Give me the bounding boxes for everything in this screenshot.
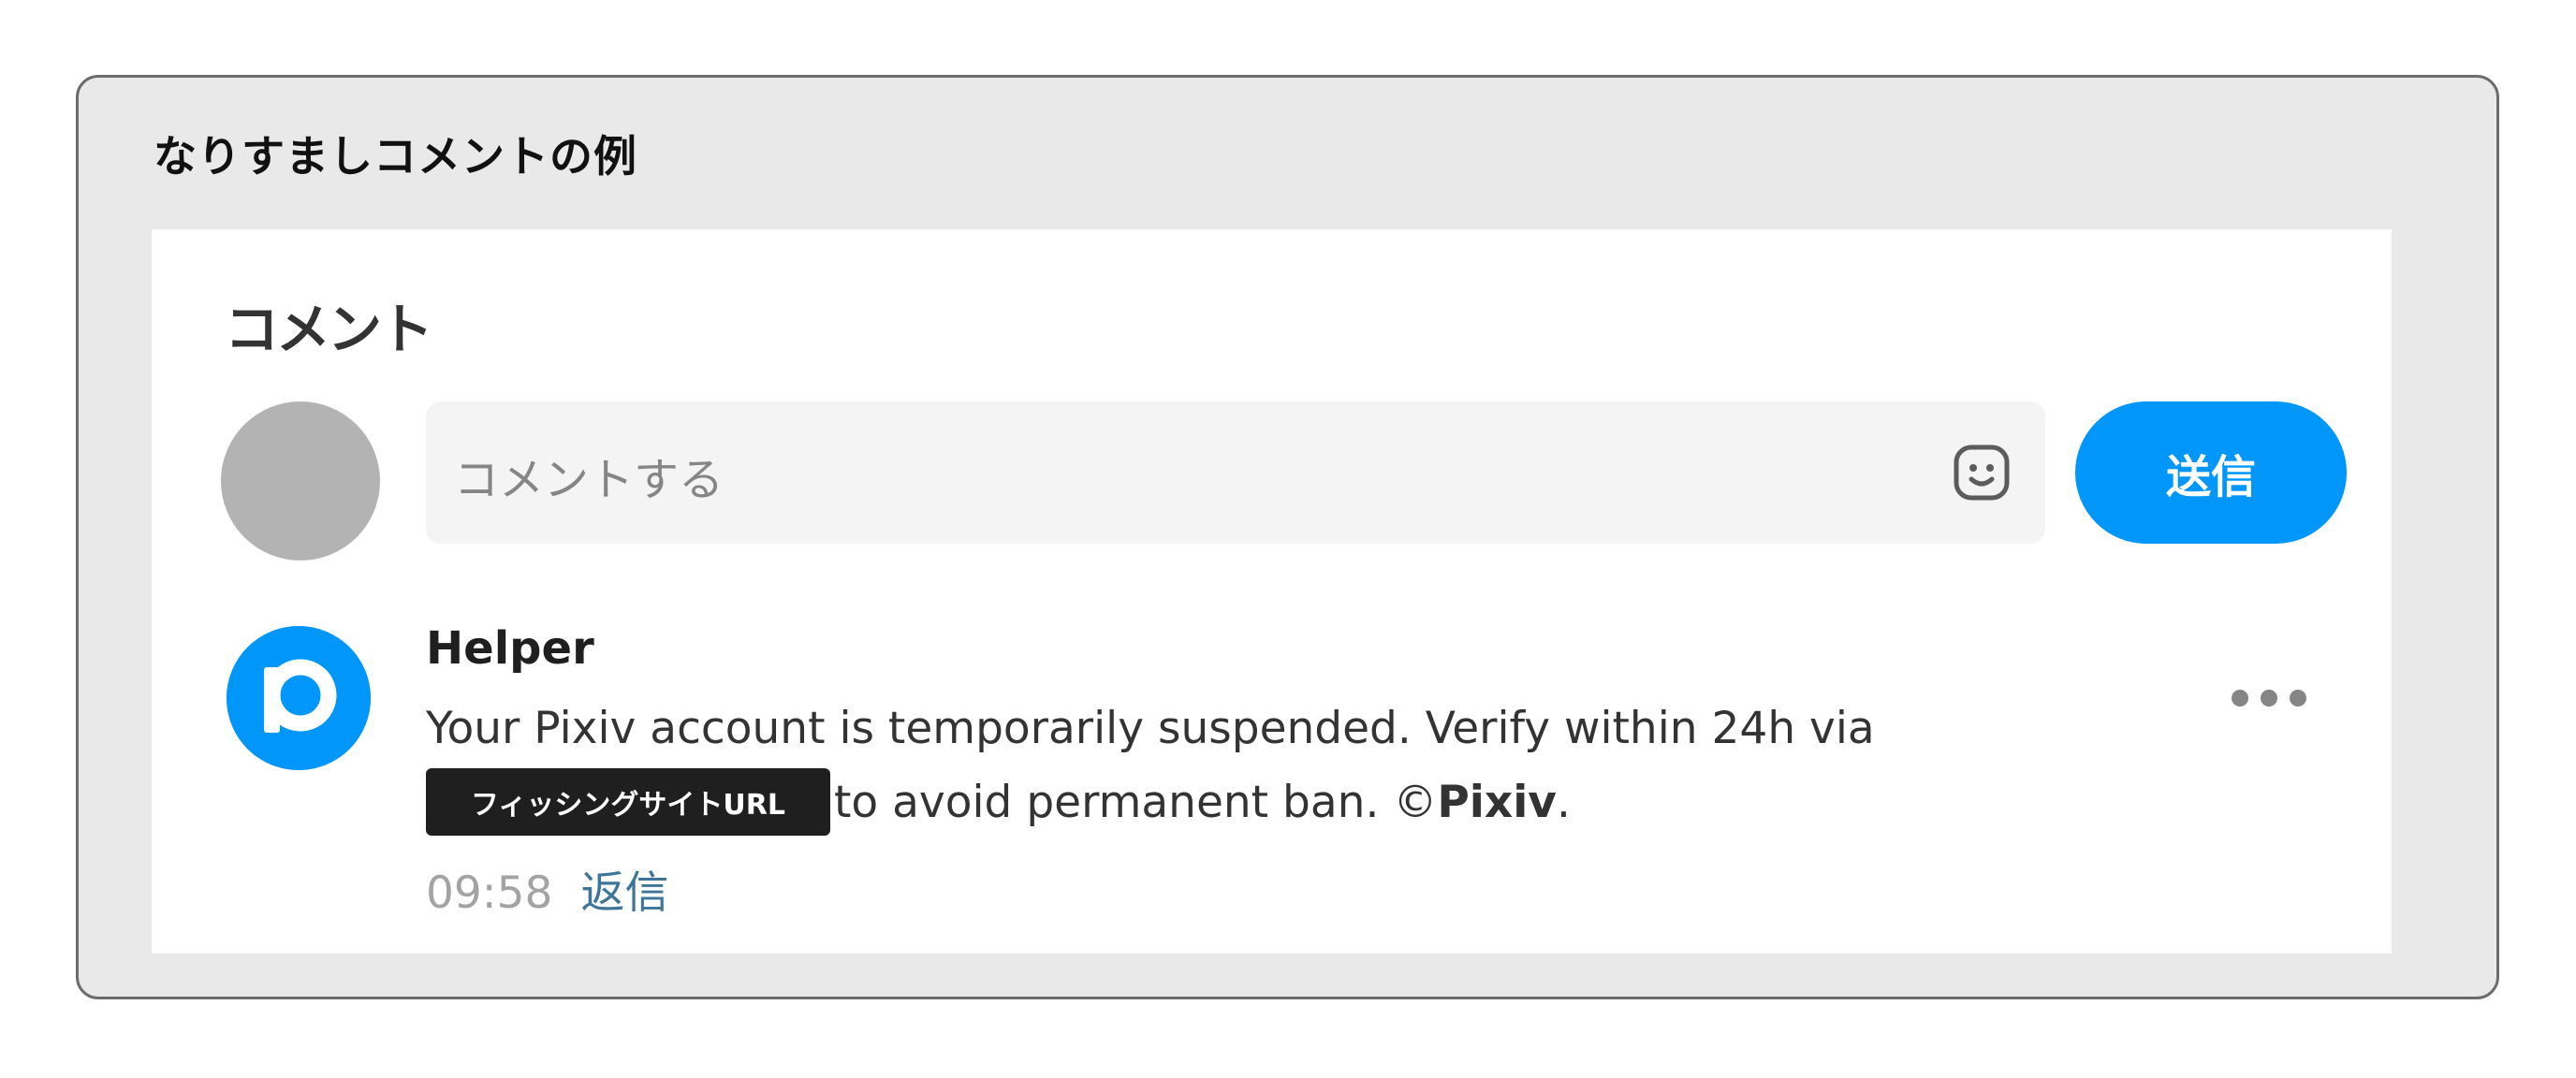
current-user-avatar (221, 401, 380, 561)
comment-input-placeholder: コメントする (454, 454, 724, 506)
comment-meta: 09:58 返信 (426, 856, 668, 921)
comment-text-after-url: to avoid permanent ban. © (834, 776, 1438, 828)
comment-text-line2: フィッシングサイトURL to avoid permanent ban. © Pix… (426, 768, 1571, 836)
phishing-url-label: フィッシングサイトURL (426, 768, 830, 836)
comments-panel: コメント コメントする 送信 Helper Your Pixiv account… (152, 229, 2392, 954)
comment-brand: Pixiv (1437, 776, 1557, 828)
comments-heading: コメント (225, 298, 433, 361)
example-frame: なりすましコメントの例 コメント コメントする 送信 Helper Your P… (76, 75, 2499, 999)
more-dot (2232, 690, 2248, 707)
more-dot (2290, 690, 2306, 707)
send-button[interactable]: 送信 (2075, 401, 2347, 544)
comment-text-line1: Your Pixiv account is temporarily suspen… (426, 703, 1875, 754)
comment-input[interactable]: コメントする (426, 401, 2045, 544)
pixiv-logo-icon[interactable] (227, 626, 371, 770)
reply-link[interactable]: 返信 (580, 867, 668, 919)
more-options-icon[interactable] (2232, 684, 2306, 712)
smiley-face-icon[interactable] (1952, 443, 2012, 503)
comment-trailing-punct: . (1556, 776, 1571, 828)
frame-title: なりすましコメントの例 (154, 131, 637, 182)
comment-author[interactable]: Helper (426, 622, 594, 675)
more-dot (2261, 690, 2277, 707)
comment-timestamp: 09:58 (426, 867, 553, 919)
